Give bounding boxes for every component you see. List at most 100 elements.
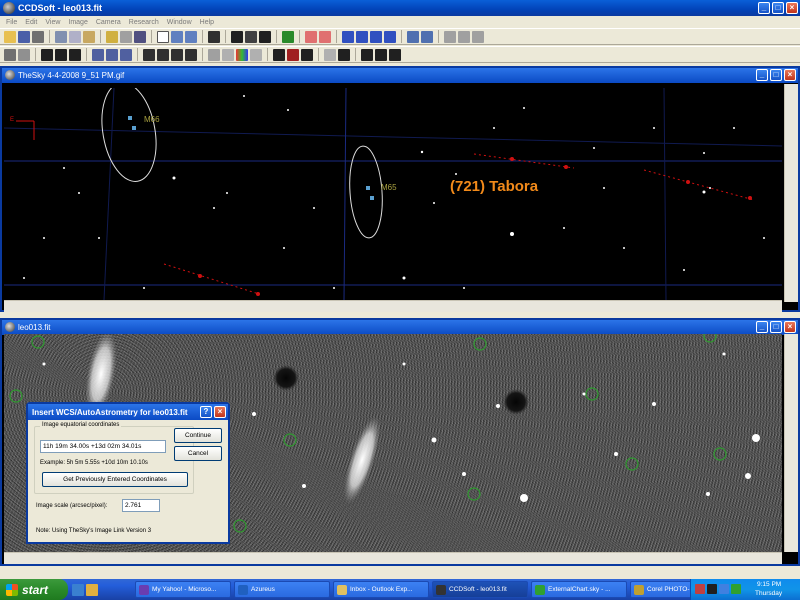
star-icon[interactable] — [4, 48, 16, 61]
menu-help[interactable]: Help — [196, 19, 218, 26]
example-text: Example: 5h 5m 5.55s +10d 10m 10.10s — [40, 460, 148, 466]
contract-icon[interactable] — [421, 30, 433, 43]
next-icon[interactable] — [259, 30, 271, 43]
tag-remove-icon[interactable] — [319, 30, 331, 43]
contrast-icon[interactable] — [55, 48, 67, 61]
menu-window[interactable]: Window — [163, 19, 196, 26]
circle-icon[interactable] — [250, 48, 262, 61]
sky-close-button[interactable]: × — [784, 69, 796, 81]
sky-maximize-button[interactable]: □ — [770, 69, 782, 81]
task-ccdsoft[interactable]: CCDSoft - leo013.fit — [432, 581, 528, 598]
fit-close-button[interactable]: × — [784, 321, 796, 333]
app-title: CCDSoft - leo013.fit — [18, 3, 103, 13]
move-up-icon[interactable] — [342, 30, 354, 43]
pointer-icon[interactable] — [157, 30, 169, 43]
move-left-icon[interactable] — [370, 30, 382, 43]
tray-icon-4[interactable] — [731, 584, 741, 594]
folder-icon[interactable] — [86, 583, 98, 596]
menu-research[interactable]: Research — [125, 19, 163, 26]
task-external-chart[interactable]: ExternalChart.sky - ... — [531, 581, 627, 598]
stop-icon[interactable] — [245, 30, 257, 43]
sky-chart-canvas[interactable]: E M66 M65 (721) Tabora — [4, 88, 782, 300]
clock-time[interactable]: 9:15 PM — [757, 581, 781, 588]
windows-logo-icon — [6, 583, 18, 596]
zoom-out-icon[interactable] — [185, 30, 197, 43]
align-icon[interactable] — [157, 48, 169, 61]
stack-icon[interactable] — [143, 48, 155, 61]
filter2-icon[interactable] — [120, 48, 132, 61]
wcs-icon[interactable] — [389, 48, 401, 61]
paste-icon[interactable] — [83, 30, 95, 43]
galaxy-m65-image — [343, 416, 381, 504]
rotate-icon[interactable] — [185, 48, 197, 61]
settings-icon[interactable] — [472, 30, 484, 43]
gray1-icon[interactable] — [208, 48, 220, 61]
menu-edit[interactable]: Edit — [21, 19, 41, 26]
image-scale-input[interactable]: 2.761 — [122, 499, 160, 512]
save-icon[interactable] — [18, 30, 30, 43]
tray-icon-3[interactable] — [719, 584, 729, 594]
continue-button[interactable]: Continue — [174, 428, 222, 443]
grid-icon[interactable] — [208, 30, 220, 43]
link-icon[interactable] — [375, 48, 387, 61]
gray2-icon[interactable] — [222, 48, 234, 61]
sky-horizontal-scrollbar[interactable] — [4, 300, 782, 312]
help-icon[interactable] — [106, 30, 118, 43]
undo-icon[interactable] — [55, 30, 67, 43]
task-azureus[interactable]: Azureus — [234, 581, 330, 598]
fit-horizontal-scrollbar[interactable] — [4, 552, 782, 564]
prev-icon[interactable] — [231, 30, 243, 43]
minimize-button[interactable]: _ — [758, 2, 770, 14]
fit-maximize-button[interactable]: □ — [770, 321, 782, 333]
tag-icon[interactable] — [305, 30, 317, 43]
sky-vertical-scrollbar[interactable] — [784, 84, 798, 302]
open-icon[interactable] — [4, 30, 16, 43]
zoom-in-icon[interactable] — [171, 30, 183, 43]
task-my-yahoo[interactable]: My Yahoo! - Microso... — [135, 581, 231, 598]
frame-icon[interactable] — [301, 48, 313, 61]
measure-icon[interactable] — [444, 30, 456, 43]
tray-icon-2[interactable] — [707, 584, 717, 594]
task-outlook-express[interactable]: Inbox - Outlook Exp... — [333, 581, 429, 598]
coordinates-input[interactable]: 11h 19m 34.00s +13d 02m 34.01s — [40, 440, 166, 453]
start-button[interactable]: start — [0, 579, 68, 600]
menu-camera[interactable]: Camera — [92, 19, 125, 26]
menu-file[interactable]: File — [2, 19, 21, 26]
target-icon[interactable] — [338, 48, 350, 61]
maximize-button[interactable]: □ — [772, 2, 784, 14]
crosshair-icon[interactable] — [324, 48, 336, 61]
mask-icon[interactable] — [273, 48, 285, 61]
copy-icon[interactable] — [69, 30, 81, 43]
tool-icon[interactable] — [458, 30, 470, 43]
menu-image[interactable]: Image — [64, 19, 91, 26]
move-right-icon[interactable] — [384, 30, 396, 43]
sky-minimize-button[interactable]: _ — [756, 69, 768, 81]
filter-icon[interactable] — [282, 30, 294, 43]
move-down-icon[interactable] — [356, 30, 368, 43]
cancel-button[interactable]: Cancel — [174, 446, 222, 461]
info-icon[interactable] — [120, 30, 132, 43]
record-icon[interactable] — [287, 48, 299, 61]
brightness-icon[interactable] — [69, 48, 81, 61]
eraser-icon[interactable] — [18, 48, 30, 61]
fit-vertical-scrollbar[interactable] — [784, 334, 798, 552]
curve-icon[interactable] — [106, 48, 118, 61]
svg-text:E: E — [10, 117, 14, 123]
expand-icon[interactable] — [407, 30, 419, 43]
asteroid-label: (721) Tabora — [450, 178, 539, 195]
tray-icon-1[interactable] — [695, 584, 705, 594]
menu-view[interactable]: View — [41, 19, 64, 26]
invert-icon[interactable] — [41, 48, 53, 61]
get-previous-coordinates-button[interactable]: Get Previously Entered Coordinates — [42, 472, 188, 487]
fit-minimize-button[interactable]: _ — [756, 321, 768, 333]
dialog-help-button[interactable]: ? — [200, 406, 212, 418]
camera-icon[interactable] — [134, 30, 146, 43]
scale-icon[interactable] — [361, 48, 373, 61]
color-icon[interactable] — [236, 48, 248, 61]
dialog-close-button[interactable]: × — [214, 406, 226, 418]
histogram-icon[interactable] — [92, 48, 104, 61]
close-button[interactable]: × — [786, 2, 798, 14]
ie-icon[interactable] — [72, 583, 84, 596]
print-icon[interactable] — [32, 30, 44, 43]
combine-icon[interactable] — [171, 48, 183, 61]
